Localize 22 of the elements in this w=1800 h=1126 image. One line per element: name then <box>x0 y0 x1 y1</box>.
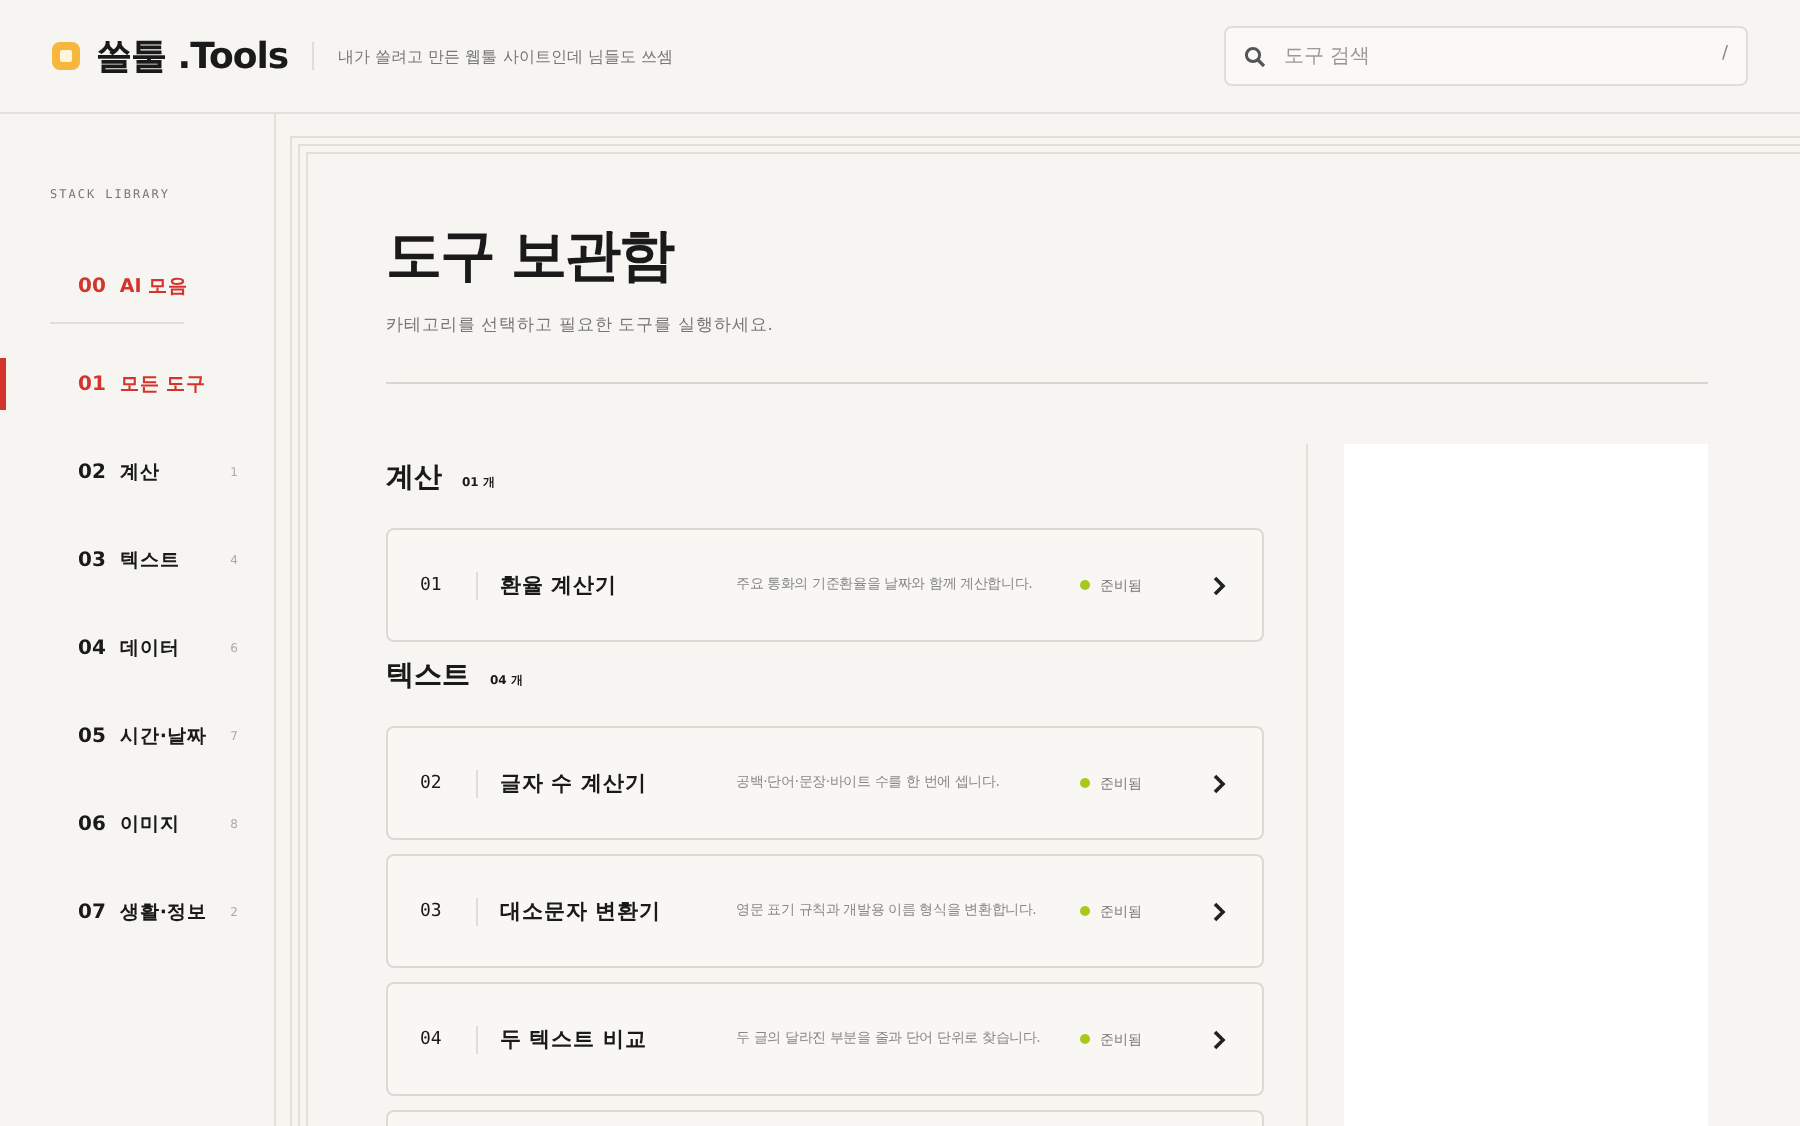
tool-number: 01 <box>420 575 444 595</box>
sidebar-item[interactable]: 01 모든 도구 <box>0 340 274 428</box>
sidebar-item[interactable]: 00 AI 모음 <box>0 242 274 330</box>
section-title: 텍스트 <box>386 658 470 694</box>
chevron-right-icon <box>1212 1029 1226 1049</box>
tool-name: 환율 계산기 <box>500 571 620 599</box>
tool-name: 대소문자 변환기 <box>500 897 664 925</box>
chevron-right-icon <box>1212 773 1226 793</box>
logo-icon <box>52 42 80 70</box>
page-subtitle: 카테고리를 선택하고 필요한 도구를 실행하세요. <box>386 314 776 338</box>
page-title: 도구 보관함 <box>386 220 677 292</box>
chevron-right-icon <box>1212 901 1226 921</box>
tool-name: 두 텍스트 비교 <box>500 1025 649 1053</box>
shortcut-hint: / <box>1721 44 1728 64</box>
section-title: 계산 <box>386 460 442 496</box>
tool-number: 04 <box>420 1029 444 1049</box>
tool-number: 03 <box>420 901 444 921</box>
tagline: 내가 쓸려고 만든 웹툴 사이트인데 님들도 쓰셈 <box>338 45 673 67</box>
tool-number: 02 <box>420 773 444 793</box>
tool-name: 글자 수 계산기 <box>500 769 649 797</box>
chevron-right-icon <box>1212 575 1226 595</box>
site-logo[interactable]: 쓸툴 .Tools <box>96 32 289 80</box>
